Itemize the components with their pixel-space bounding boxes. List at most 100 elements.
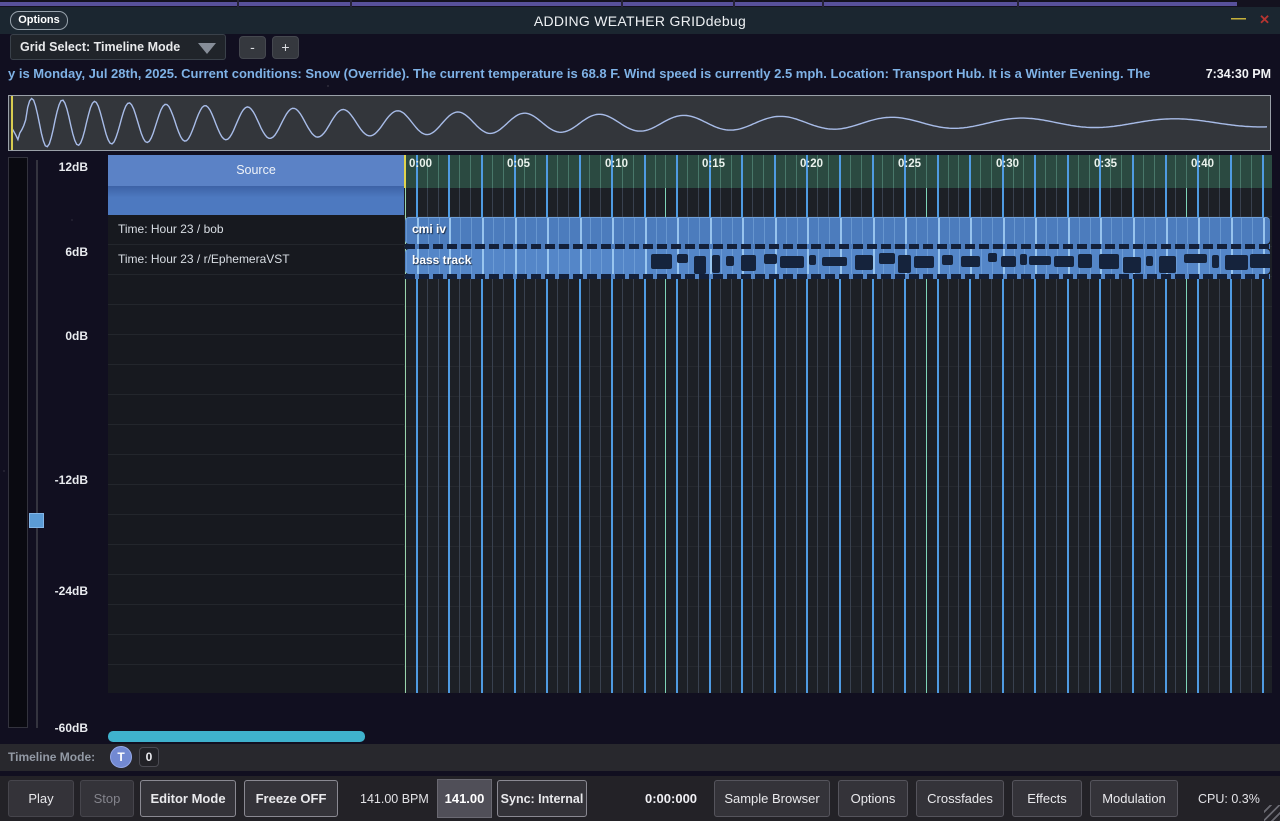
grid-line: [851, 249, 852, 274]
source-column-header[interactable]: Source: [108, 155, 404, 186]
grid-line: [1100, 218, 1102, 244]
track-row[interactable]: [108, 305, 404, 335]
grid-line: [493, 218, 494, 244]
track-row[interactable]: [108, 485, 404, 515]
grid-line: [905, 218, 907, 244]
track-row[interactable]: [108, 395, 404, 425]
grid-line: [1144, 218, 1145, 244]
modulation-button[interactable]: Modulation: [1090, 780, 1178, 817]
track-row[interactable]: [108, 665, 404, 693]
track-row[interactable]: [108, 425, 404, 455]
track-row[interactable]: Time: Hour 23 / bob: [108, 215, 404, 245]
grid-line: [1251, 155, 1252, 188]
grid-line: [839, 155, 841, 188]
overview-waveform-path: [12, 99, 1267, 147]
grid-row-line: [404, 666, 1272, 667]
audio-waveform-blob: [780, 256, 804, 268]
track-row[interactable]: [108, 455, 404, 485]
grid-line: [786, 218, 787, 244]
sync-button[interactable]: Sync: Internal: [497, 780, 587, 817]
grid-line: [1209, 249, 1210, 274]
track-row[interactable]: [108, 635, 404, 665]
top-progress-strip: [0, 0, 1280, 7]
audio-waveform-blob: [1184, 254, 1207, 263]
crossfades-button[interactable]: Crossfades: [916, 780, 1004, 817]
clip-label: bass track: [412, 253, 471, 267]
audio-waveform-blob: [914, 256, 934, 268]
grid-line: [1175, 155, 1176, 188]
timeline-ruler[interactable]: 0:000:050:100:150:200:250:300:350:40: [404, 155, 1272, 188]
grid-line: [536, 249, 537, 274]
resize-grip-icon[interactable]: [1264, 805, 1280, 821]
grid-line: [872, 155, 874, 188]
effects-button[interactable]: Effects: [1012, 780, 1082, 817]
ruler-time-label: 0:00: [409, 158, 432, 170]
grid-line: [558, 249, 559, 274]
chevron-down-icon: [198, 43, 216, 54]
grid-line: [459, 155, 460, 188]
grid-line: [1121, 155, 1122, 188]
grid-line: [732, 218, 733, 244]
grid-line: [569, 218, 570, 244]
ruler-time-label: 0:25: [898, 158, 921, 170]
play-button[interactable]: Play: [8, 780, 74, 817]
grid-line: [893, 155, 894, 188]
db-scale-label: -12dB: [28, 473, 88, 487]
track-row[interactable]: [108, 515, 404, 545]
grid-line: [688, 218, 689, 244]
grid-line: [525, 249, 526, 274]
audio-waveform-blob: [855, 255, 873, 270]
waveform-overview[interactable]: [8, 95, 1271, 151]
volume-fader-handle[interactable]: [29, 513, 44, 528]
track-row[interactable]: [108, 575, 404, 605]
timeline-mode-badge[interactable]: T: [110, 746, 132, 768]
close-icon[interactable]: ✕: [1259, 12, 1270, 28]
bpm-value-field[interactable]: 141.00: [437, 779, 492, 818]
ruler-time-label: 0:10: [605, 158, 628, 170]
source-track-list: Time: Hour 23 / bobTime: Hour 23 / r/Eph…: [108, 215, 404, 693]
stop-button[interactable]: Stop: [80, 780, 134, 817]
freeze-button[interactable]: Freeze OFF: [244, 780, 338, 817]
editor-mode-button[interactable]: Editor Mode: [140, 780, 236, 817]
bpm-label: 141.00 BPM: [360, 780, 429, 817]
grid-line: [503, 155, 504, 188]
overview-playhead[interactable]: [11, 96, 13, 150]
grid-line: [731, 155, 732, 188]
db-scale-label: -24dB: [28, 584, 88, 598]
zoom-in-button[interactable]: +: [272, 36, 299, 59]
grid-row-line: [404, 426, 1272, 427]
audio-waveform-blob: [1159, 256, 1176, 273]
grid-line: [796, 155, 797, 188]
sample-browser-button[interactable]: Sample Browser: [714, 780, 830, 817]
grid-line: [1089, 155, 1090, 188]
track-row[interactable]: [108, 545, 404, 575]
horizontal-scrollbar[interactable]: [108, 731, 365, 742]
timeline-mode-value[interactable]: 0: [139, 747, 159, 767]
grid-select-dropdown[interactable]: Grid Select: Timeline Mode: [10, 34, 226, 60]
audio-waveform-blob: [1250, 254, 1270, 268]
audio-waveform-blob: [879, 253, 895, 264]
grid-line: [504, 218, 505, 244]
options-panel-button[interactable]: Options: [838, 780, 908, 817]
track-row[interactable]: [108, 335, 404, 365]
grid-line: [742, 218, 744, 244]
grid-line: [600, 155, 601, 188]
grid-line: [699, 218, 700, 244]
track-row[interactable]: [108, 365, 404, 395]
ruler-playhead[interactable]: [404, 155, 406, 188]
clip-cmi-iv[interactable]: cmi iv: [405, 217, 1270, 244]
star-dot: [71, 219, 73, 221]
zoom-out-button[interactable]: -: [239, 36, 266, 59]
source-selected-row[interactable]: [108, 186, 404, 215]
top-strip-segment: [1017, 0, 1019, 7]
options-button[interactable]: Options: [10, 11, 68, 30]
audio-waveform-blob: [1099, 254, 1119, 269]
grid-select-label: Grid Select: Timeline Mode: [20, 40, 180, 54]
grid-line: [612, 249, 614, 274]
grid-line: [1231, 218, 1233, 244]
track-row[interactable]: [108, 275, 404, 305]
clip-bass-track[interactable]: bass track: [405, 249, 1270, 274]
track-row[interactable]: [108, 605, 404, 635]
track-row[interactable]: Time: Hour 23 / r/EphemeraVST: [108, 245, 404, 275]
minimize-icon[interactable]: —: [1231, 10, 1246, 27]
